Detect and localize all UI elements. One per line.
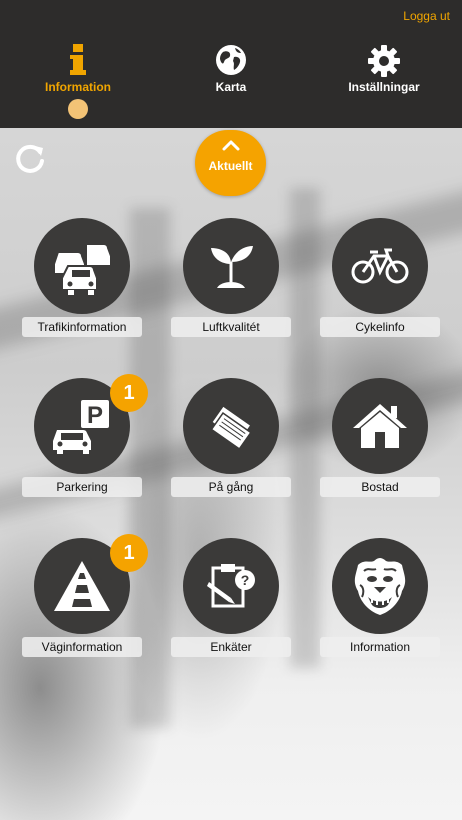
plant-icon (211, 246, 253, 288)
globe-icon (216, 45, 246, 75)
svg-text:?: ? (241, 572, 250, 588)
tile-circle (183, 378, 279, 474)
lion-crest-icon (354, 558, 406, 615)
tile-label: Parkering (22, 477, 142, 497)
cars-icon (53, 243, 112, 295)
tile-label: Information (320, 637, 440, 657)
tile-label: Väginformation (22, 637, 142, 657)
tile-pa-gang[interactable]: På gång (171, 378, 291, 508)
tickets-icon (210, 404, 253, 450)
gear-icon (368, 45, 400, 77)
house-icon (353, 404, 407, 448)
logout-link[interactable]: Logga ut (403, 9, 450, 23)
svg-text:P: P (87, 402, 103, 429)
tile-information[interactable]: Information (320, 538, 440, 668)
nav-tab-label: Karta (215, 80, 247, 94)
chevron-up-icon (222, 140, 239, 151)
tile-trafikinformation[interactable]: Trafikinformation (22, 218, 142, 348)
road-warning-icon (54, 561, 110, 611)
tile-circle (332, 218, 428, 314)
refresh-icon (16, 144, 44, 173)
tile-parkering[interactable]: P 1 Parkering (22, 374, 148, 508)
bicycle-icon (351, 248, 409, 284)
tile-cykelinfo[interactable]: Cykelinfo (320, 218, 440, 348)
tile-luftkvalitet[interactable]: Luftkvalitét (171, 218, 291, 348)
parking-car-icon: P (53, 400, 109, 454)
nav-tab-information[interactable]: Information (13, 44, 143, 94)
survey-icon: ? (207, 564, 255, 608)
aktuellt-label: Aktuellt (208, 159, 253, 173)
nav-tab-label: Inställningar (348, 80, 420, 94)
top-navigation-bar: Logga ut Information Karta Inställningar (0, 0, 462, 128)
refresh-button[interactable] (13, 142, 47, 176)
nav-tab-karta[interactable]: Karta (166, 44, 296, 94)
tile-label: Cykelinfo (320, 317, 440, 337)
tile-label: Luftkvalitét (171, 317, 291, 337)
tile-vaginformation[interactable]: 1 Väginformation (22, 534, 148, 668)
info-icon (70, 44, 86, 75)
tile-bostad[interactable]: Bostad (320, 378, 440, 508)
notification-badge: 1 (110, 374, 148, 412)
nav-tab-installningar[interactable]: Inställningar (319, 44, 449, 94)
tile-circle: ? (183, 538, 279, 634)
tile-circle (332, 378, 428, 474)
tile-circle (34, 218, 130, 314)
nav-tab-label: Information (45, 80, 111, 94)
tile-enkater[interactable]: ? Enkäter (171, 538, 291, 668)
tile-label: Bostad (320, 477, 440, 497)
notification-badge: 1 (110, 534, 148, 572)
tile-circle (183, 218, 279, 314)
aktuellt-button[interactable]: Aktuellt (195, 130, 266, 196)
tile-label: På gång (171, 477, 291, 497)
active-tab-indicator (68, 99, 88, 119)
tile-label: Enkäter (171, 637, 291, 657)
tile-label: Trafikinformation (22, 317, 142, 337)
tile-circle (332, 538, 428, 634)
